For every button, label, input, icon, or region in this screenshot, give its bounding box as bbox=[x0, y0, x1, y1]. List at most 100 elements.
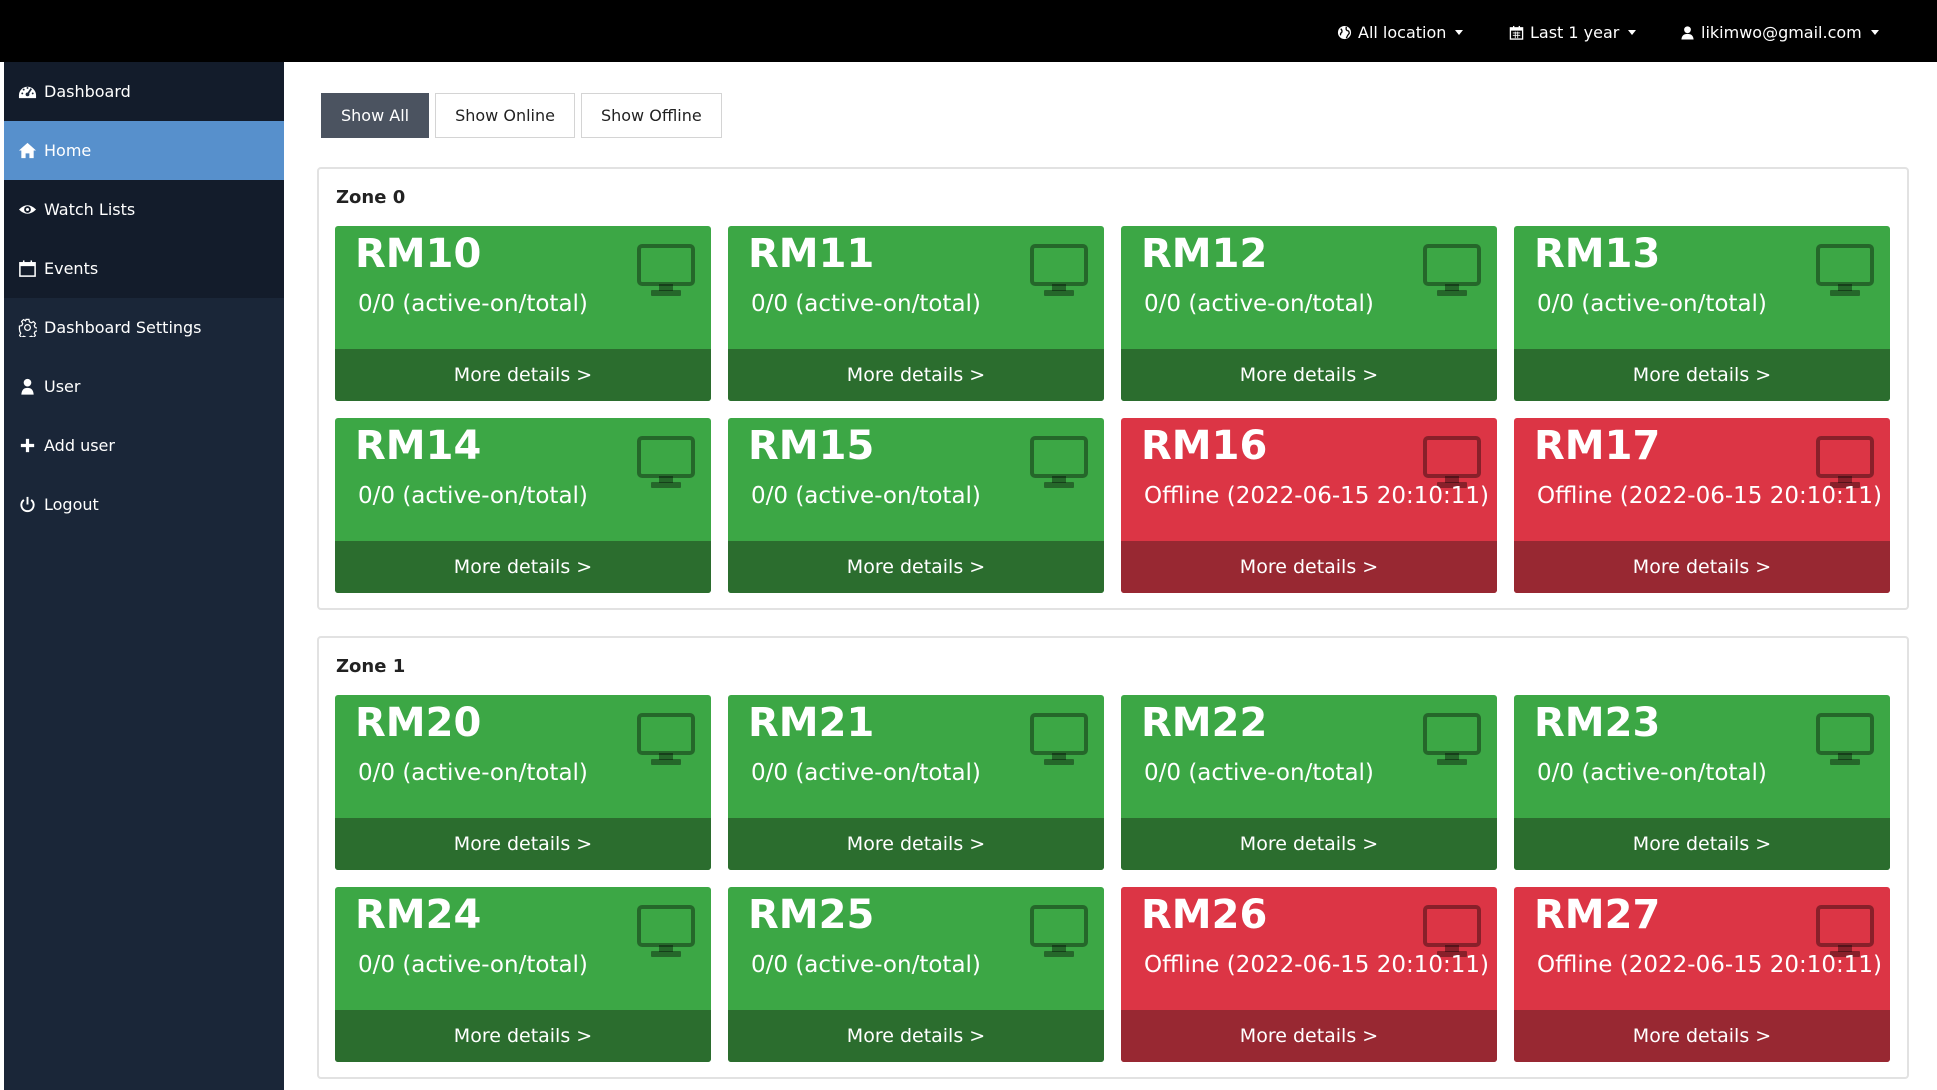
location-dropdown[interactable]: All location bbox=[1337, 21, 1464, 43]
room-card-rm13[interactable]: RM13 0/0 (active-on/total) More details > bbox=[1514, 226, 1890, 401]
monitor-icon bbox=[637, 244, 695, 296]
room-name: RM26 bbox=[1141, 892, 1268, 938]
room-card-rm22[interactable]: RM22 0/0 (active-on/total) More details > bbox=[1121, 695, 1497, 870]
more-details-link[interactable]: More details > bbox=[728, 541, 1104, 593]
caret-down-icon bbox=[1455, 29, 1464, 35]
room-name: RM14 bbox=[355, 423, 482, 469]
sidebar-item-label: User bbox=[44, 377, 81, 396]
room-card-rm14[interactable]: RM14 0/0 (active-on/total) More details > bbox=[335, 418, 711, 593]
room-card-rm23[interactable]: RM23 0/0 (active-on/total) More details > bbox=[1514, 695, 1890, 870]
room-name: RM13 bbox=[1534, 231, 1661, 277]
room-card-rm21[interactable]: RM21 0/0 (active-on/total) More details > bbox=[728, 695, 1104, 870]
room-name: RM17 bbox=[1534, 423, 1661, 469]
room-status: 0/0 (active-on/total) bbox=[1144, 291, 1374, 317]
monitor-icon bbox=[1030, 713, 1088, 765]
monitor-icon bbox=[1816, 713, 1874, 765]
dashboard-icon bbox=[18, 86, 37, 99]
sidebar-item-user[interactable]: User bbox=[4, 357, 284, 416]
show-offline-button[interactable]: Show Offline bbox=[580, 93, 722, 138]
more-details-link[interactable]: More details > bbox=[1121, 818, 1497, 870]
sidebar-item-logout[interactable]: Logout bbox=[4, 475, 284, 534]
more-details-link[interactable]: More details > bbox=[1121, 541, 1497, 593]
room-status: 0/0 (active-on/total) bbox=[358, 483, 588, 509]
room-name: RM16 bbox=[1141, 423, 1268, 469]
more-details-link[interactable]: More details > bbox=[1514, 818, 1890, 870]
room-card-rm12[interactable]: RM12 0/0 (active-on/total) More details > bbox=[1121, 226, 1497, 401]
room-name: RM11 bbox=[748, 231, 875, 277]
caret-down-icon bbox=[1870, 29, 1879, 35]
room-status: 0/0 (active-on/total) bbox=[751, 483, 981, 509]
sidebar-item-label: Home bbox=[44, 141, 92, 160]
more-details-link[interactable]: More details > bbox=[728, 818, 1104, 870]
sidebar-item-dashboard[interactable]: Dashboard bbox=[4, 62, 284, 121]
monitor-icon bbox=[1423, 436, 1481, 488]
monitor-icon bbox=[1816, 436, 1874, 488]
room-card-rm10[interactable]: RM10 0/0 (active-on/total) More details > bbox=[335, 226, 711, 401]
room-card-rm16[interactable]: RM16 Offline (2022-06-15 20:10:11) More de… bbox=[1121, 418, 1497, 593]
location-label: All location bbox=[1358, 22, 1447, 42]
status-filter-group: Show All Show Online Show Offline bbox=[321, 93, 722, 138]
room-status: 0/0 (active-on/total) bbox=[751, 952, 981, 978]
room-name: RM20 bbox=[355, 700, 482, 746]
show-online-button[interactable]: Show Online bbox=[435, 93, 575, 138]
room-card-rm11[interactable]: RM11 0/0 (active-on/total) More details > bbox=[728, 226, 1104, 401]
gear-icon bbox=[18, 318, 37, 337]
room-status: 0/0 (active-on/total) bbox=[1144, 760, 1374, 786]
more-details-link[interactable]: More details > bbox=[1514, 541, 1890, 593]
plus-icon bbox=[20, 438, 35, 453]
more-details-link[interactable]: More details > bbox=[728, 349, 1104, 401]
sidebar: Dashboard Home Watch Lists Events Dashbo… bbox=[4, 62, 284, 1090]
zone-title: Zone 0 bbox=[336, 187, 406, 208]
more-details-link[interactable]: More details > bbox=[1121, 1010, 1497, 1062]
period-dropdown[interactable]: Last 1 year bbox=[1509, 21, 1637, 43]
home-icon bbox=[18, 142, 37, 159]
room-name: RM24 bbox=[355, 892, 482, 938]
monitor-icon bbox=[1423, 905, 1481, 957]
more-details-link[interactable]: More details > bbox=[1514, 1010, 1890, 1062]
user-icon bbox=[1681, 25, 1694, 40]
sidebar-item-label: Add user bbox=[44, 436, 115, 455]
more-details-link[interactable]: More details > bbox=[1514, 349, 1890, 401]
monitor-icon bbox=[1030, 905, 1088, 957]
monitor-icon bbox=[637, 436, 695, 488]
sidebar-item-dashboard-settings[interactable]: Dashboard Settings bbox=[4, 298, 284, 357]
power-icon bbox=[20, 496, 35, 513]
monitor-icon bbox=[1423, 244, 1481, 296]
show-all-button[interactable]: Show All bbox=[321, 93, 430, 138]
monitor-icon bbox=[1816, 905, 1874, 957]
user-icon bbox=[21, 378, 34, 395]
monitor-icon bbox=[637, 713, 695, 765]
monitor-icon bbox=[1423, 713, 1481, 765]
room-card-rm20[interactable]: RM20 0/0 (active-on/total) More details > bbox=[335, 695, 711, 870]
room-card-rm27[interactable]: RM27 Offline (2022-06-15 20:10:11) More de… bbox=[1514, 887, 1890, 1062]
more-details-link[interactable]: More details > bbox=[335, 1010, 711, 1062]
monitor-icon bbox=[1030, 244, 1088, 296]
sidebar-item-add-user[interactable]: Add user bbox=[4, 416, 284, 475]
more-details-link[interactable]: More details > bbox=[728, 1010, 1104, 1062]
monitor-icon bbox=[1030, 436, 1088, 488]
room-card-rm17[interactable]: RM17 Offline (2022-06-15 20:10:11) More de… bbox=[1514, 418, 1890, 593]
room-name: RM27 bbox=[1534, 892, 1661, 938]
more-details-link[interactable]: More details > bbox=[1121, 349, 1497, 401]
user-menu-dropdown[interactable]: likimwo@gmail.com bbox=[1680, 21, 1879, 43]
room-name: RM21 bbox=[748, 700, 875, 746]
room-status: Offline (2022-06-15 20:10:11) bbox=[1144, 483, 1489, 509]
room-status: Offline (2022-06-15 20:10:11) bbox=[1537, 483, 1882, 509]
sidebar-item-events[interactable]: Events bbox=[4, 239, 284, 298]
room-card-rm25[interactable]: RM25 0/0 (active-on/total) More details > bbox=[728, 887, 1104, 1062]
room-status: 0/0 (active-on/total) bbox=[1537, 760, 1767, 786]
room-card-rm26[interactable]: RM26 Offline (2022-06-15 20:10:11) More de… bbox=[1121, 887, 1497, 1062]
room-name: RM22 bbox=[1141, 700, 1268, 746]
sidebar-item-watch-lists[interactable]: Watch Lists bbox=[4, 180, 284, 239]
eye-icon bbox=[18, 205, 37, 214]
sidebar-item-home[interactable]: Home bbox=[4, 121, 284, 180]
room-status: 0/0 (active-on/total) bbox=[751, 291, 981, 317]
top-navbar: All location Last 1 year likimwo@gmail.c… bbox=[0, 0, 1937, 62]
more-details-link[interactable]: More details > bbox=[335, 818, 711, 870]
room-card-rm15[interactable]: RM15 0/0 (active-on/total) More details > bbox=[728, 418, 1104, 593]
more-details-link[interactable]: More details > bbox=[335, 541, 711, 593]
calendar-icon bbox=[1509, 25, 1524, 40]
room-name: RM12 bbox=[1141, 231, 1268, 277]
room-card-rm24[interactable]: RM24 0/0 (active-on/total) More details > bbox=[335, 887, 711, 1062]
more-details-link[interactable]: More details > bbox=[335, 349, 711, 401]
